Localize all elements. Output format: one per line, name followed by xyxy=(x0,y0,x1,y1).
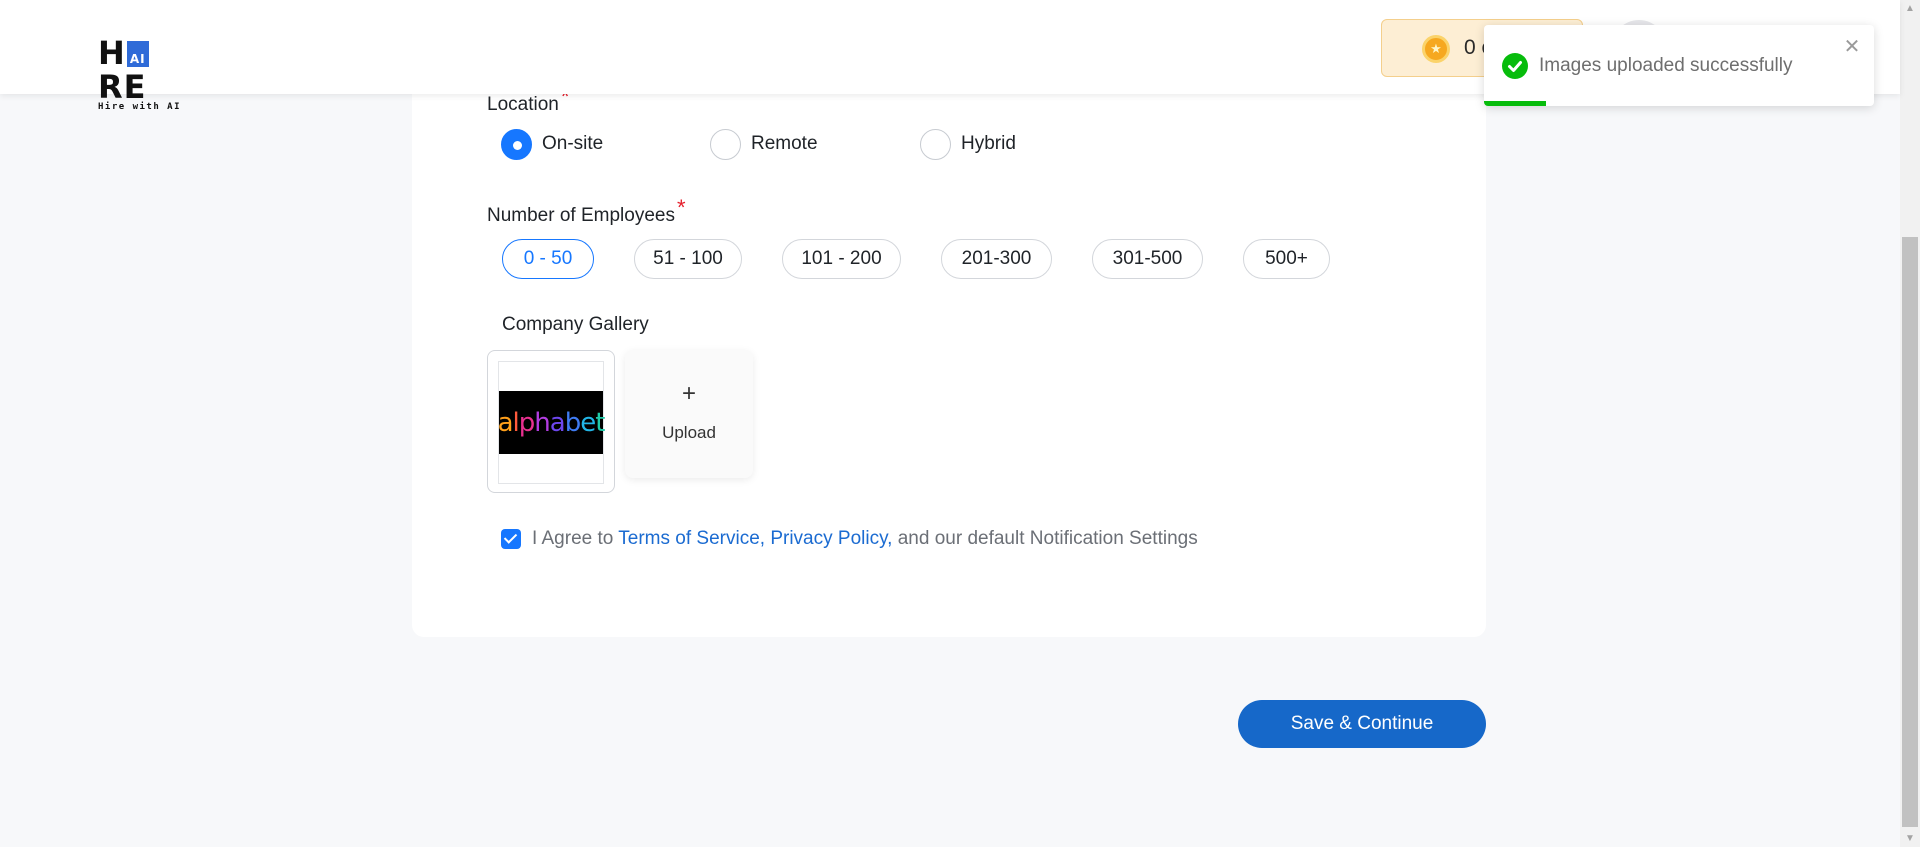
upload-button[interactable]: + Upload xyxy=(625,350,753,478)
employees-chip-0-50[interactable]: 0 - 50 xyxy=(502,239,594,279)
success-toast: Images uploaded successfully ✕ xyxy=(1484,25,1874,106)
required-mark: * xyxy=(676,195,686,220)
employees-chip-500-plus[interactable]: 500+ xyxy=(1243,239,1330,279)
alphabet-logo-text: alphabet xyxy=(497,407,606,438)
employees-chip-201-300[interactable]: 201-300 xyxy=(941,239,1052,279)
employees-label: Number of Employees* xyxy=(487,195,686,226)
location-option-hybrid[interactable]: Hybrid xyxy=(920,128,1016,160)
scroll-down-arrow-icon[interactable]: ▼ xyxy=(1900,830,1920,847)
toast-progress-bar xyxy=(1484,101,1547,106)
agree-checkbox[interactable] xyxy=(501,529,521,549)
gallery-image-frame: alphabet xyxy=(497,361,606,484)
terms-of-service-link[interactable]: Terms of Service, xyxy=(618,528,765,549)
check-circle-icon xyxy=(1502,53,1528,79)
privacy-policy-link[interactable]: Privacy Policy, xyxy=(770,528,892,549)
scroll-up-arrow-icon[interactable]: ▲ xyxy=(1900,0,1920,17)
save-continue-button[interactable]: Save & Continue xyxy=(1238,700,1486,748)
page-scrollbar[interactable]: ▲ ▼ xyxy=(1900,0,1920,847)
logo-ai-badge: AI xyxy=(126,41,149,67)
employees-chip-51-100[interactable]: 51 - 100 xyxy=(634,239,742,279)
coin-icon: ★ xyxy=(1422,35,1450,63)
employees-chip-301-500[interactable]: 301-500 xyxy=(1092,239,1203,279)
employees-chip-101-200[interactable]: 101 - 200 xyxy=(782,239,901,279)
close-icon[interactable]: ✕ xyxy=(1842,37,1862,57)
plus-icon: + xyxy=(681,380,696,407)
alphabet-logo-image: alphabet xyxy=(497,391,606,454)
upload-label: Upload xyxy=(662,423,716,442)
radio-unchecked-icon[interactable] xyxy=(710,128,741,160)
gallery-label: Company Gallery xyxy=(502,314,649,335)
location-option-onsite[interactable]: On-site xyxy=(501,128,603,160)
logo-wordmark: H AI RE xyxy=(98,36,198,104)
scrollbar-thumb[interactable] xyxy=(1902,237,1918,827)
location-option-remote[interactable]: Remote xyxy=(710,128,818,160)
gallery-image-item[interactable]: alphabet xyxy=(487,350,615,493)
toast-message: Images uploaded successfully xyxy=(1539,55,1793,76)
company-form-card: Location* On-site Remote Hybrid Number o… xyxy=(412,80,1486,637)
radio-label: On-site xyxy=(542,133,604,154)
radio-unchecked-icon[interactable] xyxy=(920,128,951,160)
agreement-row: I Agree to Terms of Service, Privacy Pol… xyxy=(501,526,1198,552)
radio-checked-icon[interactable] xyxy=(501,128,532,160)
agreement-text: I Agree to Terms of Service, Privacy Pol… xyxy=(532,528,1198,549)
hire-logo[interactable]: H AI RE Hire with AI xyxy=(98,36,198,112)
radio-label: Remote xyxy=(751,133,818,154)
radio-label: Hybrid xyxy=(961,133,1016,154)
